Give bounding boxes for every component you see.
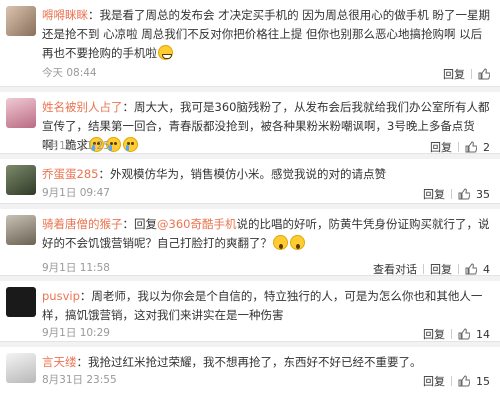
comment-body: pusvip：周老师，我以为你会是个自信的，特立独行的人，可是为怎么你也和其他人…	[42, 289, 483, 322]
comment-username[interactable]: pusvip	[42, 289, 80, 303]
like-count: 15	[476, 374, 490, 388]
reply-prefix: 回复	[134, 217, 157, 231]
comment-feed: 嘚嘚眯眯：我是看了周总的发布会 才决定买手机的 因为周总很用心的做手机 盼了一星…	[0, 0, 500, 401]
like-thumb-icon[interactable]	[458, 328, 470, 340]
comment-actions: 回复 14	[423, 326, 490, 342]
like-count: 2	[483, 140, 490, 154]
comment-time: 9月1日 11:58	[42, 262, 110, 274]
comment-item: 嘚嘚眯眯：我是看了周总的发布会 才决定买手机的 因为周总很用心的做手机 盼了一星…	[0, 0, 500, 87]
like-thumb-icon[interactable]	[458, 188, 470, 200]
shocked-emoji-icon	[273, 235, 288, 250]
comment-item: pusvip：周老师，我以为你会是个自信的，特立独行的人，可是为怎么你也和其他人…	[0, 276, 500, 342]
comment-text: 我是看了周总的发布会 才决定买手机的 因为周总很用心的做手机 盼了一星期 还是抢…	[42, 8, 490, 60]
comment-actions: 回复 2	[430, 139, 490, 155]
comment-time: 9月1日 10:29	[42, 327, 110, 339]
like-count: 14	[476, 327, 490, 341]
like-thumb-icon[interactable]	[478, 68, 490, 80]
avatar[interactable]	[6, 98, 36, 128]
shocked-emoji-icon	[290, 235, 305, 250]
comment-username[interactable]: 言天缕	[42, 355, 77, 369]
comment-body: 乔蛋蛋285：外观模仿华为，销售模仿小米。感觉我说的对的请点赞	[42, 167, 386, 181]
comment-body: 骑着唐僧的猴子：回复@360奇酷手机说的比唱的好听，防黄牛凭身份证购买就行了，说…	[42, 217, 490, 250]
comment-body: 言天缕：我抢过红米抢过荣耀，我不想再抢了，东西好不好已经不重要了。	[42, 355, 422, 369]
comment-item: 姓名被别人占了：周大大，我可是360脑残粉了，从发布会后我就给我们办公室所有人都…	[0, 87, 500, 154]
comment-text: 外观模仿华为，销售模仿小米。感觉我说的对的请点赞	[109, 167, 386, 181]
comment-actions: 回复 35	[423, 186, 490, 202]
reply-button[interactable]: 回复	[430, 139, 452, 155]
like-count: 35	[476, 187, 490, 201]
reply-button[interactable]: 回复	[443, 66, 465, 82]
divider	[451, 329, 452, 339]
grin-emoji-icon	[158, 45, 173, 60]
avatar[interactable]	[6, 287, 36, 317]
reply-button[interactable]: 回复	[430, 261, 452, 277]
crying-emoji-icon	[123, 137, 138, 152]
comment-username[interactable]: 姓名被别人占了	[42, 100, 123, 114]
comment-time: 今天 08:44	[42, 67, 97, 79]
comment-actions: 回复 15	[423, 373, 490, 389]
avatar[interactable]	[6, 215, 36, 245]
comment-time: 9月1日 09:47	[42, 187, 110, 199]
avatar[interactable]	[6, 165, 36, 195]
comment-time: 9月1日 21:25	[42, 140, 110, 152]
comment-text: 我抢过红米抢过荣耀，我不想再抢了，东西好不好已经不重要了。	[88, 355, 422, 369]
comment-username[interactable]: 嘚嘚眯眯	[42, 8, 88, 22]
divider	[423, 264, 424, 274]
like-thumb-icon[interactable]	[465, 141, 477, 153]
comment-item: 言天缕：我抢过红米抢过荣耀，我不想再抢了，东西好不好已经不重要了。 8月31日 …	[0, 342, 500, 391]
comment-item: 骑着唐僧的猴子：回复@360奇酷手机说的比唱的好听，防黄牛凭身份证购买就行了，说…	[0, 204, 500, 276]
divider	[458, 142, 459, 152]
comment-username[interactable]: 乔蛋蛋285	[42, 167, 98, 181]
comment-username[interactable]: 骑着唐僧的猴子	[42, 217, 123, 231]
like-count: 4	[483, 262, 490, 276]
avatar[interactable]	[6, 6, 36, 36]
comment-actions: 查看对话 回复 4	[373, 261, 490, 277]
comment-body: 嘚嘚眯眯：我是看了周总的发布会 才决定买手机的 因为周总很用心的做手机 盼了一星…	[42, 8, 490, 60]
reply-button[interactable]: 回复	[423, 373, 445, 389]
comment-item: 乔蛋蛋285：外观模仿华为，销售模仿小米。感觉我说的对的请点赞 9月1日 09:…	[0, 154, 500, 204]
avatar[interactable]	[6, 353, 36, 383]
divider	[451, 189, 452, 199]
divider	[471, 69, 472, 79]
mention-link[interactable]: @360奇酷手机	[157, 217, 236, 231]
comment-actions: 回复	[443, 66, 490, 82]
like-thumb-icon[interactable]	[458, 375, 470, 387]
like-thumb-icon[interactable]	[465, 263, 477, 275]
reply-button[interactable]: 回复	[423, 186, 445, 202]
divider	[458, 264, 459, 274]
comment-text: 周老师，我以为你会是个自信的，特立独行的人，可是为怎么你也和其他人一样，搞饥饿营…	[42, 289, 483, 322]
reply-button[interactable]: 回复	[423, 326, 445, 342]
divider	[451, 376, 452, 386]
view-conversation-link[interactable]: 查看对话	[373, 261, 417, 277]
comment-time: 8月31日 23:55	[42, 374, 117, 386]
